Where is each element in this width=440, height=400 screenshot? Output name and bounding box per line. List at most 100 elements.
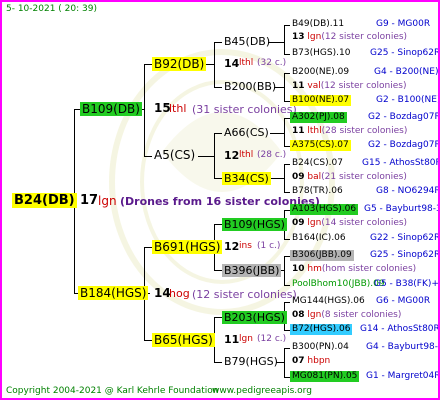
gen4-queen[interactable]: MG144(HGS).06 <box>292 297 365 306</box>
connector <box>144 247 152 248</box>
connector <box>284 73 290 74</box>
gen4-sister-note: 10 hm(hom sister colonies) <box>292 264 417 274</box>
gen4-queen[interactable]: A375(CS).07 <box>290 140 351 151</box>
gen1-queen[interactable]: B109(DB) <box>80 102 142 116</box>
gen4-origin: G25 - Sinop62R <box>370 48 440 58</box>
gen4-queen[interactable]: B24(CS).07 <box>292 159 343 168</box>
gen4-origin: G25 - Sinop62R <box>370 250 440 260</box>
gen4-origin: G8 - NO6294R <box>376 186 440 196</box>
gen4-sister-note: 08 lgn(8 sister colonies) <box>292 310 402 320</box>
gen3-queen[interactable]: A66(CS) <box>224 127 269 138</box>
connector <box>268 42 284 43</box>
gen3-line: lthl <box>239 150 254 160</box>
gen3-queen[interactable]: B109(HGS) <box>222 218 287 231</box>
gen4-queen[interactable]: B164(IC).06 <box>292 234 346 243</box>
gen4-queen[interactable]: B78(TR).06 <box>292 187 343 196</box>
pedigree-canvas: 5- 10-2021 ( 20: 39) B24(DB) 17 lgn (Dro… <box>0 0 440 400</box>
gen4-queen[interactable]: A103(HGS).06 <box>290 204 359 215</box>
connector <box>284 164 290 165</box>
gen4-origin: G2 - Bozdag07R <box>368 112 440 122</box>
gen3-sister-note: (28 c.) <box>257 150 287 160</box>
gen4-origin: G5 - B38(FK)+3 <box>374 279 440 289</box>
gen4-queen[interactable]: B300(PN).04 <box>292 343 349 352</box>
gen2-year: 14 <box>224 57 240 70</box>
gen3-queen[interactable]: B45(DB) <box>224 36 270 47</box>
gen2-sister-note: (32 c.) <box>257 58 287 68</box>
connector <box>284 25 285 54</box>
connector <box>198 156 214 157</box>
gen4-origin: G4 - Bayburt98-3 <box>366 342 440 352</box>
gen3-queen[interactable]: B34(CS) <box>222 172 271 185</box>
gen4-origin: G2 - Bozdag07R <box>368 140 440 150</box>
website-link[interactable]: www.pedigreeapis.org <box>212 387 312 396</box>
gen3-queen[interactable]: B79(HGS) <box>224 356 278 367</box>
connector <box>214 87 222 88</box>
gen4-origin: G5 - Bayburt98-3 <box>364 204 440 214</box>
gen4-sister-note: 09 bal(21 sister colonies) <box>292 172 407 182</box>
gen4-origin: G22 - Sinop62R <box>370 233 440 243</box>
gen3-queen[interactable]: B200(BB) <box>224 81 276 92</box>
gen1-sister-note: (12 sister colonies) <box>192 288 297 301</box>
connector <box>284 285 290 286</box>
gen4-queen[interactable]: B100(NE).07 <box>290 95 352 106</box>
gen4-queen[interactable]: PoolBhom10(JBB).09 <box>292 280 385 289</box>
connector <box>284 73 285 101</box>
connector <box>284 164 285 192</box>
gen4-queen[interactable]: B49(DB).11 <box>292 20 344 29</box>
root-year: 17 <box>80 193 99 208</box>
gen4-origin: G4 - B200(NE) <box>374 67 439 77</box>
gen4-origin: G9 - MG00R <box>376 19 431 29</box>
connector <box>284 54 290 55</box>
date-stamp: 5- 10-2021 ( 20: 39) <box>6 4 97 14</box>
gen2-queen[interactable]: A5(CS) <box>154 149 195 161</box>
gen1-queen[interactable]: B184(HGS) <box>78 286 149 300</box>
gen2-sister-note: (1 c.) <box>257 241 281 251</box>
gen3-year: 12 <box>224 149 240 162</box>
gen4-queen[interactable]: B73(HGS).10 <box>292 49 350 58</box>
connector <box>214 133 222 134</box>
connector <box>206 64 214 65</box>
connector <box>284 302 290 303</box>
gen4-sister-note: 09 lgn(14 sister colonies) <box>292 218 408 228</box>
gen2-line: ins <box>239 241 252 251</box>
copyright-text: Copyright 2004-2021 @ Karl Kehrle Founda… <box>6 386 219 396</box>
gen4-origin: G1 - Margret04R <box>366 371 440 381</box>
connector <box>284 348 290 349</box>
gen2-line: lgn <box>239 334 253 344</box>
connector <box>284 256 285 285</box>
connector <box>144 64 152 65</box>
gen2-line: lthl <box>239 58 254 68</box>
root-queen[interactable]: B24(DB) <box>12 193 77 208</box>
connector <box>214 133 215 178</box>
gen3-queen[interactable]: B203(HGS) <box>222 311 287 324</box>
gen2-sister-note: (12 c.) <box>257 334 287 344</box>
connector <box>144 340 152 341</box>
gen4-queen[interactable]: B72(HGS).06 <box>290 324 353 335</box>
connector <box>214 224 222 225</box>
connector <box>144 156 152 157</box>
gen4-sister-note: 11 lthl(28 sister colonies) <box>292 126 408 136</box>
gen4-queen[interactable]: MG081(PN).05 <box>290 371 360 382</box>
gen2-queen[interactable]: B65(HGS) <box>152 333 215 347</box>
connector <box>214 178 222 179</box>
gen4-queen[interactable]: A302(PJ).08 <box>290 112 347 123</box>
gen2-queen[interactable]: B92(DB) <box>152 57 207 71</box>
gen2-queen[interactable]: B691(HGS) <box>152 240 223 254</box>
connector <box>284 192 290 193</box>
gen4-queen[interactable]: B200(NE).09 <box>292 68 349 77</box>
gen3-queen[interactable]: B396(JBB) <box>222 264 282 277</box>
connector <box>214 270 222 271</box>
connector <box>144 64 145 156</box>
gen4-origin: G2 - B100(NE) <box>376 95 440 105</box>
connector <box>284 239 290 240</box>
connector <box>214 42 215 87</box>
gen4-origin: G14 - AthosSt80R <box>360 324 440 334</box>
connector <box>284 25 290 26</box>
gen2-year: 12 <box>224 240 240 253</box>
gen4-origin: G6 - MG00R <box>376 296 431 306</box>
gen1-line: lthl <box>169 102 187 115</box>
gen4-sister-note: 11 val(12 sister colonies) <box>292 81 407 91</box>
gen4-queen[interactable]: B306(JBB).09 <box>290 250 354 261</box>
gen2-year: 11 <box>224 333 240 346</box>
gen4-sister-note: 13 lgn(12 sister colonies) <box>292 32 408 42</box>
